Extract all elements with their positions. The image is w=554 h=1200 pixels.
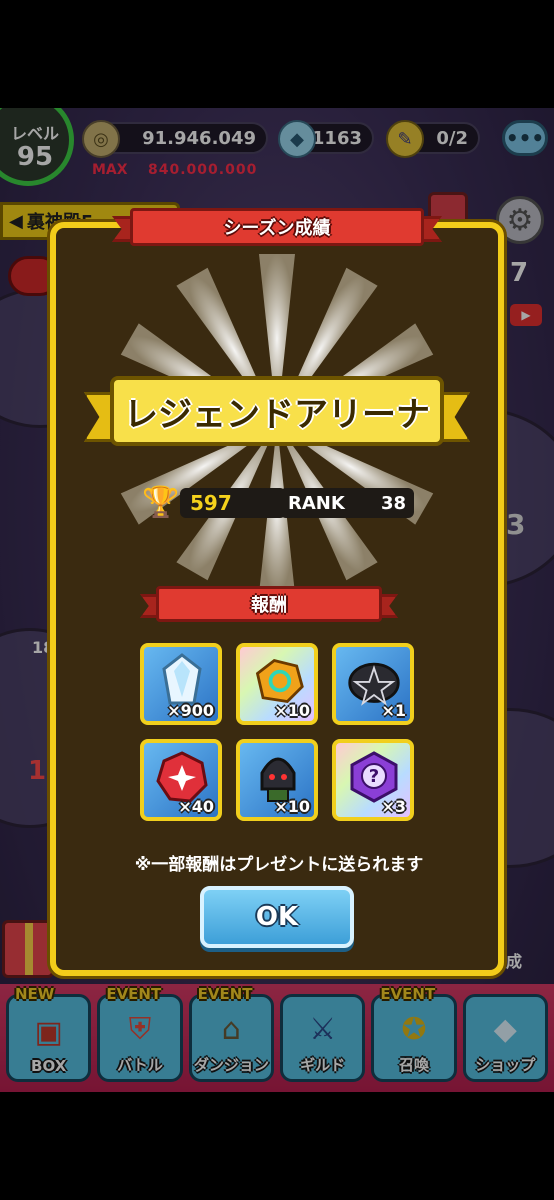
reward-item[interactable]: ×900	[140, 643, 222, 725]
rewards-header: 報酬	[140, 586, 398, 622]
reward-item[interactable]: ? ×3	[332, 739, 414, 821]
reward-qty: ×10	[274, 701, 310, 720]
rewards-title: 報酬	[156, 586, 382, 622]
reward-item[interactable]: ×10	[236, 643, 318, 725]
reward-qty: ×10	[274, 797, 310, 816]
trophy-icon: 🏆	[142, 485, 180, 520]
reward-qty: ×900	[167, 701, 214, 720]
rank-label: RANK	[288, 492, 345, 514]
ok-button[interactable]: OK	[200, 886, 354, 948]
arena-name: レジェンドアリーナ	[110, 376, 444, 446]
score-row: 🏆 597 RANK 38	[142, 484, 432, 524]
trophy-score: 597	[180, 488, 286, 518]
reward-qty: ×40	[178, 797, 214, 816]
season-results-title: シーズン成績	[130, 208, 424, 246]
reward-item[interactable]: ×40	[140, 739, 222, 821]
rank-value: 38	[380, 492, 406, 514]
rewards-note: ※一部報酬はプレゼントに送られます	[134, 855, 424, 875]
rewards-grid: ×900 ×10 ×1 ×40 ×10 ? ×3	[140, 643, 416, 821]
season-results-header: シーズン成績	[112, 208, 442, 246]
trophy-score-value: 597	[190, 491, 232, 515]
reward-qty: ×3	[381, 797, 406, 816]
reward-qty: ×1	[381, 701, 406, 720]
svg-text:?: ?	[369, 766, 379, 787]
rank-box: RANK 38	[280, 488, 414, 518]
arena-name-banner: レジェンドアリーナ	[84, 372, 470, 452]
reward-item[interactable]: ×10	[236, 739, 318, 821]
reward-item[interactable]: ×1	[332, 643, 414, 725]
